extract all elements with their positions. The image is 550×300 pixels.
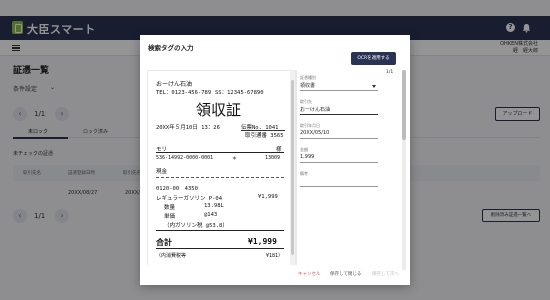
receipt-total-value: ¥1,999 — [248, 237, 277, 246]
receipt-phone: TEL：0123-456-789 — [156, 90, 212, 96]
field-label-date: 取引年月日 — [300, 123, 320, 128]
save-next-button[interactable]: 保存して次へ — [372, 271, 399, 277]
receipt-item-amount: ¥1,999 — [258, 194, 278, 200]
receipt-image: おーけん石油 TEL：0123-456-789 SS：12345-67890 領… — [148, 71, 293, 265]
receipt-qty-value: 13.98L — [204, 203, 224, 209]
field-underline — [300, 90, 378, 91]
receipt-unit-value: @143 — [204, 212, 218, 218]
amount-input[interactable]: 1,999 — [300, 154, 314, 160]
field-label-doc-type: 証憑種別 — [300, 75, 316, 80]
save-close-button[interactable]: 保存して閉じる — [330, 271, 361, 277]
receipt-shop: おーけん石油 — [156, 81, 193, 88]
receipt-card-mark: ＊ — [232, 156, 238, 162]
field-label-amount: 金額 — [300, 147, 308, 152]
vendor-input[interactable]: おーけん石油 — [300, 106, 330, 113]
field-underline — [300, 186, 378, 187]
field-underline — [300, 162, 378, 163]
receipt-rule — [156, 230, 284, 231]
receipt-total-label: 合計 — [156, 238, 172, 247]
field-underline — [300, 114, 378, 115]
receipt-inner-tax: （内消費税等 — [156, 253, 187, 259]
receipt-cash: 現金 — [156, 169, 168, 175]
date-input[interactable]: 20XX/05/10 — [300, 130, 329, 136]
receipt-item: レギュラーガソリン P-04 — [156, 196, 223, 202]
dialog-scrollbar-thumb[interactable] — [402, 70, 406, 140]
cancel-button[interactable]: キャンセル — [298, 271, 321, 277]
apply-ocr-button[interactable]: OCRを適用する — [351, 52, 396, 65]
receipt-unit-label: 単価 — [164, 214, 176, 220]
tag-input-dialog: 検索タグの入力 OCRを適用する おーけん石油 TEL：0123-456-789… — [140, 35, 410, 285]
receipt-heading: 領収証 — [196, 101, 242, 119]
receipt-tax-note: （内ガソリン税 @53.8） — [164, 223, 228, 229]
receipt-preview: おーけん石油 TEL：0123-456-789 SS：12345-67890 領… — [147, 70, 297, 265]
receipt-divider — [156, 177, 284, 178]
field-label-memo: 備考 — [300, 171, 308, 176]
receipt-card-num2: 13009 — [265, 155, 281, 161]
tag-form: 証憑種別 領収書 取引先 おーけん石油 取引年月日 20XX/05/10 金額 … — [300, 75, 395, 235]
receipt-trans-no: 取引通番 3565 — [245, 133, 284, 139]
receipt-rule — [156, 248, 284, 249]
receipt-rule — [156, 152, 284, 153]
dialog-title: 検索タグの入力 — [148, 44, 194, 52]
receipt-card-no: 536-14992-0000-0001 — [156, 155, 214, 161]
receipt-datetime: 20XX年５月10日 13：26 — [156, 125, 220, 131]
receipt-code: 0120-00 4350 — [156, 186, 198, 192]
receipt-scrollbar-thumb[interactable] — [291, 80, 294, 255]
dropdown-arrow-icon[interactable] — [372, 85, 376, 88]
receipt-qty-label: 数量 — [164, 205, 176, 211]
field-underline — [300, 138, 378, 139]
receipt-ss: SS：12345-67890 — [215, 90, 264, 96]
doc-type-select[interactable]: 領収書 — [300, 82, 315, 89]
field-label-vendor: 取引先 — [300, 99, 312, 104]
receipt-inner-tax-value: ¥181） — [266, 253, 284, 259]
